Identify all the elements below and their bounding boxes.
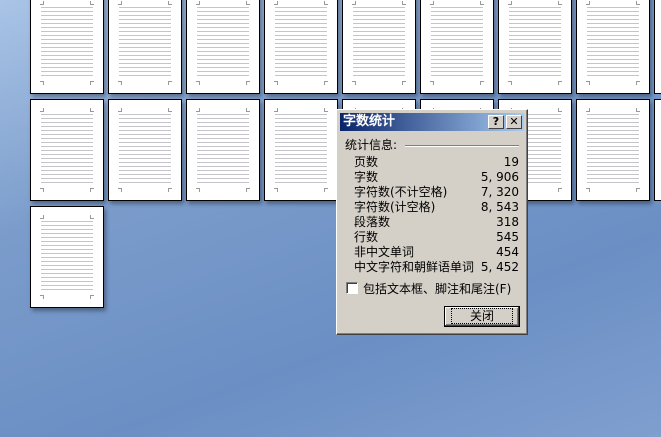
page-text <box>587 114 639 184</box>
close-button[interactable]: 关闭 <box>444 306 520 327</box>
page-thumbnail[interactable] <box>420 0 494 94</box>
page-thumbnail[interactable] <box>108 99 182 201</box>
dialog-title-bar[interactable]: 字数统计 ? ✕ <box>340 113 524 131</box>
stat-value: 5, 452 <box>480 260 519 274</box>
stat-row: 字符数(不计空格) 7, 320 <box>354 185 519 200</box>
stat-row: 字符数(计空格) 8, 543 <box>354 200 519 215</box>
page-text <box>197 7 249 77</box>
page-thumbnail[interactable] <box>498 0 572 94</box>
page-thumbnail[interactable] <box>30 0 104 94</box>
stat-row: 非中文单词 454 <box>354 245 519 260</box>
page-text <box>509 7 561 77</box>
stat-row: 中文字符和朝鲜语单词 5, 452 <box>354 260 519 275</box>
stat-value: 545 <box>496 230 519 244</box>
dialog-title: 字数统计 <box>343 114 396 129</box>
stat-label: 字符数(计空格) <box>354 200 436 214</box>
page-text <box>119 7 171 77</box>
page-thumbnail[interactable] <box>30 99 104 201</box>
stat-label: 非中文单词 <box>354 245 415 259</box>
page-thumbnail[interactable] <box>576 0 650 94</box>
stat-row: 字数 5, 906 <box>354 170 519 185</box>
help-button[interactable]: ? <box>488 115 504 129</box>
page-text <box>41 114 93 184</box>
page-text <box>41 221 93 291</box>
stat-value: 19 <box>503 155 519 169</box>
divider <box>405 145 519 147</box>
page-thumbnail[interactable] <box>576 99 650 201</box>
stat-row: 段落数 318 <box>354 215 519 230</box>
stat-value: 318 <box>496 215 519 229</box>
page-text <box>41 7 93 77</box>
page-thumbnail[interactable] <box>654 0 661 94</box>
page-text <box>275 114 327 184</box>
page-text <box>587 7 639 77</box>
stat-value: 7, 320 <box>480 185 519 199</box>
stat-label: 行数 <box>354 230 379 244</box>
word-count-dialog: 字数统计 ? ✕ 统计信息: 页数 19 字数 5, 906 字符数(不计空格) 7, 3… <box>336 109 528 335</box>
page-thumbnail[interactable] <box>654 99 661 201</box>
stat-value: 5, 906 <box>480 170 519 184</box>
checkbox-label[interactable]: 包括文本框、脚注和尾注(F) <box>363 280 511 297</box>
page-text <box>197 114 249 184</box>
page-thumbnail[interactable] <box>30 206 104 308</box>
page-thumbnail[interactable] <box>186 0 260 94</box>
page-text <box>431 7 483 77</box>
stat-label: 字数 <box>354 170 379 184</box>
include-textboxes-checkbox[interactable] <box>346 282 358 294</box>
stat-label: 中文字符和朝鲜语单词 <box>354 260 475 274</box>
page-thumbnail[interactable] <box>264 0 338 94</box>
stat-label: 字符数(不计空格) <box>354 185 448 199</box>
page-text <box>353 7 405 77</box>
page-thumbnail[interactable] <box>186 99 260 201</box>
stat-row: 页数 19 <box>354 155 519 170</box>
page-thumbnail[interactable] <box>342 0 416 94</box>
stat-value: 8, 543 <box>480 200 519 214</box>
stat-value: 454 <box>496 245 519 259</box>
close-button-label: 关闭 <box>450 308 513 324</box>
page-text <box>119 114 171 184</box>
page-thumbnail[interactable] <box>108 0 182 94</box>
section-label: 统计信息: <box>345 138 398 152</box>
page-thumbnail[interactable] <box>264 99 338 201</box>
close-icon[interactable]: ✕ <box>506 115 522 129</box>
stat-row: 行数 545 <box>354 230 519 245</box>
stat-label: 段落数 <box>354 215 391 229</box>
stat-label: 页数 <box>354 155 379 169</box>
page-text <box>275 7 327 77</box>
